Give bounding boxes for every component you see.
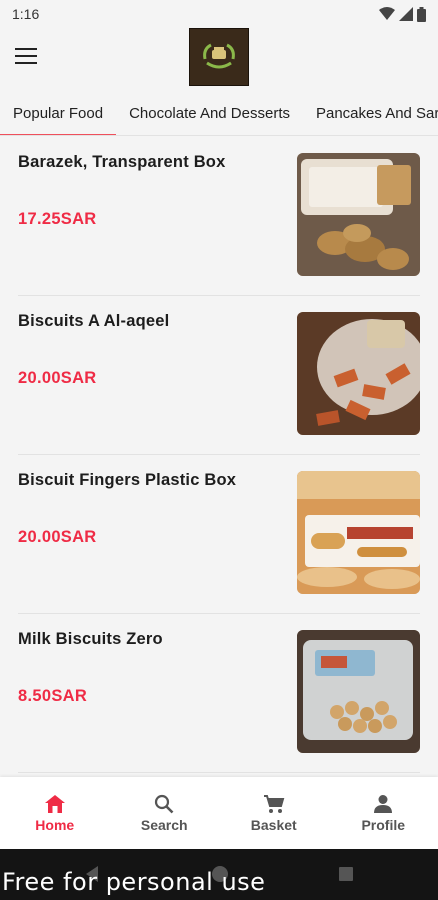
nav-label: Home	[35, 816, 75, 833]
nav-profile[interactable]: Profile	[329, 777, 438, 849]
product-item[interactable]: Biscuits A Al-aqeel 20.00SAR	[18, 296, 420, 455]
nav-label: Profile	[361, 816, 406, 833]
product-item[interactable]: Milk Biscuits Zero 8.50SAR	[18, 614, 420, 773]
person-icon	[374, 794, 393, 813]
product-name: Milk Biscuits Zero	[18, 630, 163, 648]
product-price: 20.00SAR	[18, 369, 97, 387]
bottom-navigation: Home Search Basket Profile	[0, 777, 438, 849]
product-item[interactable]: Barazek, Transparent Box 17.25SAR	[18, 137, 420, 296]
product-price: 17.25SAR	[18, 210, 97, 228]
product-price: 8.50SAR	[18, 687, 88, 705]
home-icon	[44, 794, 65, 813]
product-name: Barazek, Transparent Box	[18, 153, 226, 171]
tab-chocolate-and-desserts[interactable]: Chocolate And Desserts	[116, 92, 303, 134]
watermark-text: Free for personal use	[2, 868, 266, 896]
product-image	[297, 471, 420, 594]
nav-search[interactable]: Search	[110, 777, 220, 849]
category-tabs: Popular Food Chocolate And Desserts Panc…	[0, 92, 438, 136]
product-item[interactable]: Biscuit Fingers Plastic Box 20.00SAR	[18, 455, 420, 614]
status-icons	[379, 6, 426, 22]
battery-icon	[417, 6, 426, 22]
status-time: 1:16	[12, 6, 40, 22]
nav-basket[interactable]: Basket	[219, 777, 329, 849]
product-image	[297, 312, 420, 435]
wifi-icon	[379, 7, 395, 20]
product-price: 20.00SAR	[18, 528, 97, 546]
brand-logo	[189, 28, 249, 86]
recents-icon[interactable]	[338, 866, 354, 882]
product-name: Biscuits A Al-aqeel	[18, 312, 170, 330]
product-name: Biscuit Fingers Plastic Box	[18, 471, 237, 489]
tab-pancakes[interactable]: Pancakes And Sar	[303, 92, 438, 134]
nav-label: Search	[140, 816, 188, 833]
product-image	[297, 630, 420, 753]
signal-icon	[399, 7, 413, 21]
nav-label: Basket	[250, 816, 297, 833]
cart-icon	[263, 794, 285, 813]
app-bar	[0, 28, 438, 90]
nav-home[interactable]: Home	[0, 777, 110, 849]
menu-icon[interactable]	[14, 46, 38, 66]
tab-popular-food[interactable]: Popular Food	[0, 92, 117, 135]
product-list: Barazek, Transparent Box 17.25SAR Biscui…	[0, 137, 438, 773]
search-icon	[155, 794, 174, 813]
status-bar: 1:16	[0, 0, 438, 28]
product-image	[297, 153, 420, 276]
